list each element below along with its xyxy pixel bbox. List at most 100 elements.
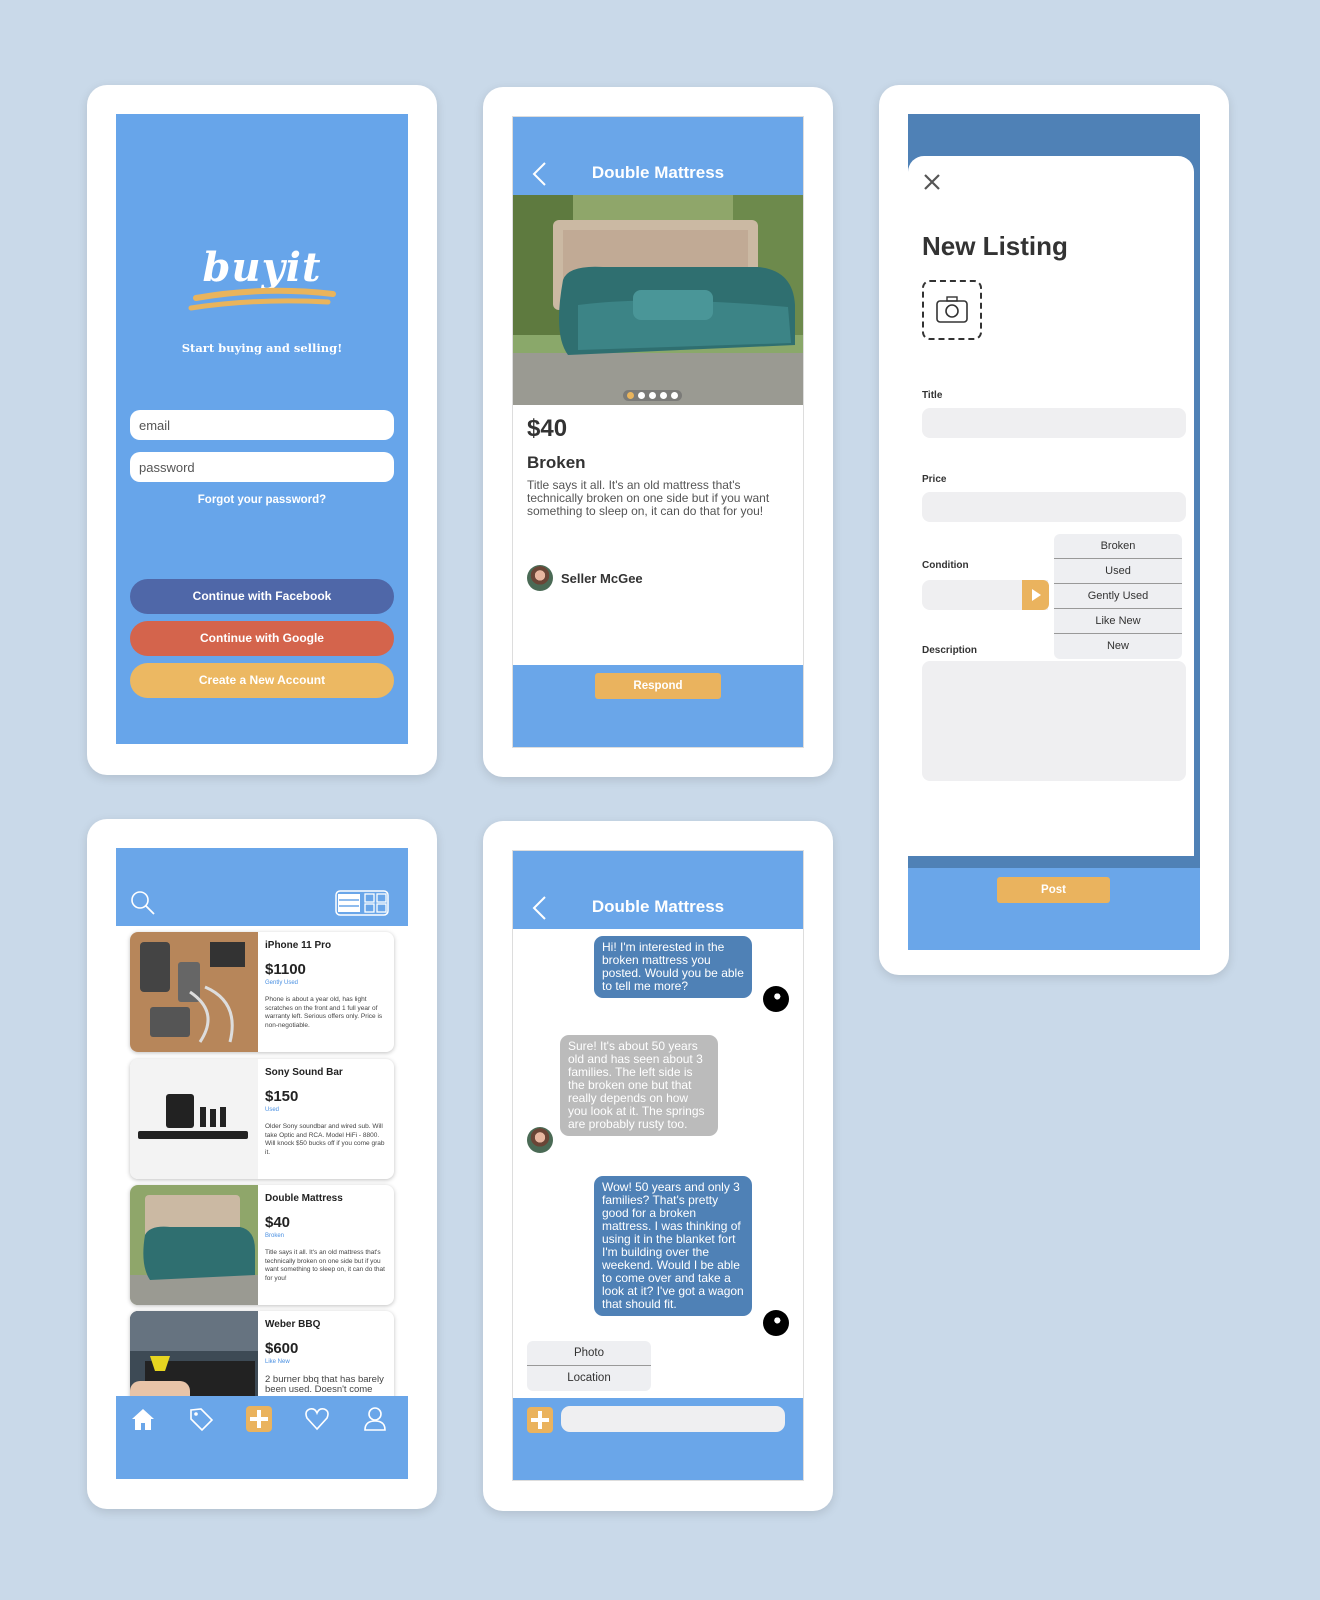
attachment-menu: Photo Location	[527, 1341, 651, 1391]
login-screen: buyit Start buying and selling! email pa…	[116, 114, 408, 744]
chat-header: Double Mattress	[513, 851, 803, 929]
carousel-dot[interactable]	[627, 392, 634, 399]
condition-options: Broken Used Gently Used Like New New	[1054, 534, 1182, 659]
message-received: Sure! It's about 50 years old and has se…	[560, 1035, 718, 1136]
logo-underline	[188, 287, 336, 311]
condition-option[interactable]: Broken	[1054, 534, 1182, 559]
plus-icon[interactable]	[246, 1406, 272, 1432]
play-arrow-icon	[1032, 589, 1041, 601]
listing-feed[interactable]: iPhone 11 Pro $1100 Gently Used Phone is…	[116, 926, 408, 1396]
price-label: Price	[922, 474, 947, 485]
attach-photo-option[interactable]: Photo	[527, 1341, 651, 1366]
carousel-dot[interactable]	[660, 392, 667, 399]
listing-card[interactable]: Double Mattress $40 Broken Title says it…	[130, 1185, 394, 1305]
email-field[interactable]: email	[130, 410, 394, 440]
bottom-nav	[116, 1396, 408, 1479]
facebook-button[interactable]: Continue with Facebook	[130, 579, 394, 614]
condition-dropdown-toggle[interactable]	[1022, 580, 1049, 610]
password-field[interactable]: password	[130, 452, 394, 482]
seller-avatar	[527, 1127, 553, 1153]
detail-screen: Double Mattress $40 Broken Title says it…	[512, 116, 804, 748]
condition-option[interactable]: Gently Used	[1054, 584, 1182, 609]
detail-phone: Double Mattress $40 Broken Title says it…	[483, 87, 833, 777]
condition-option[interactable]: Used	[1054, 559, 1182, 584]
listing-title: Weber BBQ	[265, 1319, 321, 1330]
camera-icon	[936, 296, 968, 323]
home-icon[interactable]	[130, 1406, 156, 1432]
carousel-dot[interactable]	[671, 392, 678, 399]
forgot-password-link[interactable]: Forgot your password?	[116, 494, 408, 506]
listing-card[interactable]: iPhone 11 Pro $1100 Gently Used Phone is…	[130, 932, 394, 1052]
carousel-dot[interactable]	[638, 392, 645, 399]
chat-title: Double Mattress	[591, 897, 725, 916]
condition-label: Condition	[922, 560, 969, 571]
detail-header: Double Mattress	[513, 117, 803, 195]
seller-name[interactable]: Seller McGee	[561, 571, 643, 586]
tagline: Start buying and selling!	[181, 341, 343, 355]
seller-avatar[interactable]	[527, 565, 553, 591]
chat-screen: Double Mattress Hi! I'm interested in th…	[512, 850, 804, 1481]
listing-condition: Broken	[265, 1233, 285, 1239]
detail-title: Double Mattress	[591, 163, 725, 182]
listing-thumbnail	[130, 932, 258, 1052]
listing-condition: Broken	[527, 453, 586, 472]
listing-card[interactable]: Weber BBQ $600 Like New 2 burner bbq tha…	[130, 1311, 394, 1396]
chat-phone: Double Mattress Hi! I'm interested in th…	[483, 821, 833, 1511]
tag-icon[interactable]	[188, 1406, 214, 1432]
plus-icon[interactable]	[527, 1407, 553, 1433]
new-listing-screen: New Listing Title Price Condition Broken…	[908, 114, 1200, 950]
new-listing-phone: New Listing Title Price Condition Broken…	[879, 85, 1229, 975]
browse-header	[116, 848, 408, 926]
listing-condition: Like New	[265, 1359, 290, 1365]
listing-description: Title says it all. It's an old mattress …	[527, 478, 770, 518]
listing-price: $40	[265, 1214, 291, 1231]
seller-info[interactable]: Seller McGee	[527, 565, 643, 591]
browse-phone: iPhone 11 Pro $1100 Gently Used Phone is…	[87, 819, 437, 1509]
listing-title: Sony Sound Bar	[265, 1067, 343, 1078]
listing-description: 2 burner bbq that has barely been used. …	[265, 1374, 384, 1395]
price-input[interactable]	[922, 492, 1186, 522]
post-button[interactable]: Post	[997, 877, 1110, 903]
listing-title: iPhone 11 Pro	[265, 940, 332, 951]
view-toggle-icon[interactable]	[335, 890, 389, 916]
listing-price: $40	[527, 415, 568, 442]
listing-thumbnail	[130, 1185, 258, 1305]
condition-option[interactable]: New	[1054, 634, 1182, 659]
message-input[interactable]	[561, 1406, 785, 1432]
title-input[interactable]	[922, 408, 1186, 438]
listing-thumbnail	[130, 1311, 258, 1396]
user-avatar	[763, 986, 789, 1012]
listing-description: Older Sony soundbar and wired sub. Will …	[265, 1123, 385, 1156]
listing-price: $600	[265, 1340, 299, 1357]
description-label: Description	[922, 645, 978, 656]
new-listing-footer: Post	[908, 868, 1200, 950]
profile-icon[interactable]	[362, 1406, 388, 1432]
add-photo-button[interactable]	[922, 280, 982, 340]
search-icon[interactable]	[130, 890, 156, 916]
description-input[interactable]	[922, 661, 1186, 781]
listing-photo[interactable]	[513, 195, 803, 405]
heart-icon[interactable]	[304, 1406, 330, 1432]
login-phone: buyit Start buying and selling! email pa…	[87, 85, 437, 775]
close-icon[interactable]	[922, 172, 942, 192]
carousel-dot[interactable]	[649, 392, 656, 399]
listing-description: Title says it all. It's an old mattress …	[265, 1249, 385, 1282]
google-button[interactable]: Continue with Google	[130, 621, 394, 656]
listing-condition: Used	[265, 1107, 280, 1113]
message-sent: Hi! I'm interested in the broken mattres…	[594, 936, 752, 998]
listing-title: Double Mattress	[265, 1193, 343, 1204]
chat-footer	[513, 1398, 803, 1480]
listing-thumbnail	[130, 1059, 258, 1179]
attach-location-option[interactable]: Location	[527, 1366, 651, 1391]
condition-option[interactable]: Like New	[1054, 609, 1182, 634]
carousel-dots[interactable]	[623, 390, 682, 401]
respond-button[interactable]: Respond	[595, 673, 721, 699]
create-account-button[interactable]: Create a New Account	[130, 663, 394, 698]
detail-footer: Respond	[513, 665, 803, 747]
message-sent: Wow! 50 years and only 3 families? That'…	[594, 1176, 752, 1316]
listing-card[interactable]: Sony Sound Bar $150 Used Older Sony soun…	[130, 1059, 394, 1179]
listing-price: $1100	[265, 961, 306, 978]
listing-description: Phone is about a year old, has light scr…	[265, 996, 383, 1029]
new-listing-title: New Listing	[922, 231, 1068, 261]
listing-price: $150	[265, 1088, 299, 1105]
